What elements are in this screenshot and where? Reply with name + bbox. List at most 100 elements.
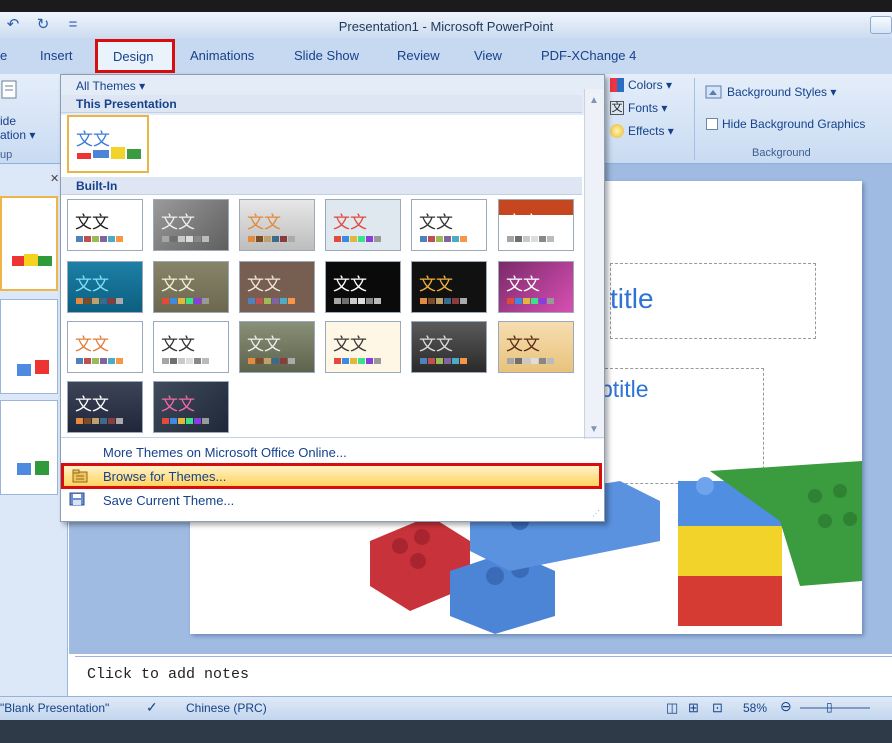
slide-thumbnail-3[interactable]	[0, 400, 58, 495]
lego-green-icon	[35, 461, 49, 475]
theme-tile-text: 文文	[75, 335, 109, 355]
theme-tile-text: 文文	[333, 335, 367, 355]
colors-button[interactable]: Colors ▾	[610, 78, 672, 92]
theme-tile[interactable]: 文文	[239, 199, 315, 251]
tab-animations[interactable]: Animations	[190, 48, 254, 63]
fonts-icon: 文	[610, 101, 624, 115]
theme-tile-text: 文文	[75, 395, 109, 415]
minimize-button[interactable]	[870, 16, 892, 34]
scroll-up-icon[interactable]: ▲	[589, 95, 599, 106]
theme-tile[interactable]: 文文	[67, 321, 143, 373]
theme-tile[interactable]: 文文	[411, 321, 487, 373]
tab-design-label[interactable]: Design	[113, 49, 153, 64]
effects-icon	[610, 124, 624, 138]
spelling-check-icon[interactable]: ✓	[146, 699, 158, 716]
tab-slide-show[interactable]: Slide Show	[294, 48, 359, 63]
theme-color-swatches	[162, 298, 209, 304]
section-built-in: Built-In	[61, 177, 582, 195]
tab-insert[interactable]: Insert	[40, 48, 73, 63]
theme-tile-text: 文文	[161, 275, 195, 295]
background-group-label: Background	[752, 147, 811, 159]
theme-color-swatches	[248, 236, 295, 242]
browse-folder-icon	[72, 469, 88, 483]
slide-thumbnail-2[interactable]	[0, 299, 58, 394]
tab-pdf-xchange[interactable]: PDF-XChange 4	[541, 48, 636, 63]
theme-tile[interactable]: 文文	[325, 321, 401, 373]
more-themes-online-item[interactable]: More Themes on Microsoft Office Online..…	[61, 441, 604, 463]
title-placeholder-text: title	[610, 283, 654, 314]
colors-label: Colors ▾	[628, 78, 673, 92]
design-tab-highlight: Design	[95, 39, 175, 73]
theme-color-swatches	[507, 358, 554, 364]
theme-tile[interactable]: 文文	[325, 199, 401, 251]
ribbon-left-label-2[interactable]: ation ▾	[0, 128, 35, 142]
scroll-down-icon[interactable]: ▼	[589, 424, 599, 435]
theme-tile[interactable]: 文文	[498, 199, 574, 251]
background-styles-button[interactable]: Background Styles ▾	[705, 84, 836, 100]
theme-tile[interactable]: 文文	[153, 321, 229, 373]
zoom-slider-track[interactable]	[800, 707, 870, 709]
theme-tile[interactable]: 文文	[411, 199, 487, 251]
zoom-level[interactable]: 58%	[743, 701, 767, 715]
theme-tile[interactable]: 文文	[67, 199, 143, 251]
theme-tile[interactable]: 文文	[411, 261, 487, 313]
theme-tile-text: 文文	[247, 335, 281, 355]
theme-color-swatches	[162, 418, 209, 424]
status-theme-name: "Blank Presentation"	[0, 701, 110, 715]
effects-button[interactable]: Effects ▾	[610, 124, 674, 138]
theme-tile[interactable]: 文文	[153, 199, 229, 251]
save-current-theme-item[interactable]: Save Current Theme...	[61, 489, 604, 511]
theme-tile-text: 文文	[333, 213, 367, 233]
colors-icon	[610, 78, 624, 92]
theme-current[interactable]: 文文	[67, 115, 149, 173]
hide-background-graphics-label: Hide Background Graphics	[722, 117, 866, 131]
theme-tile[interactable]: 文文	[67, 381, 143, 433]
window-title: Presentation1 - Microsoft PowerPoint	[338, 19, 554, 34]
fonts-button[interactable]: 文 Fonts ▾	[610, 101, 667, 115]
slide-thumbnail-1[interactable]	[0, 196, 58, 291]
theme-tile-text: 文文	[419, 275, 453, 295]
theme-tile-text: 文文	[506, 275, 540, 295]
theme-color-swatches	[420, 236, 467, 242]
status-language[interactable]: Chinese (PRC)	[186, 701, 267, 715]
tab-view[interactable]: View	[474, 48, 502, 63]
theme-color-swatches	[507, 236, 554, 242]
zoom-slider-thumb[interactable]: ▯	[826, 700, 833, 714]
hide-background-graphics-checkbox[interactable]: Hide Background Graphics	[706, 117, 865, 131]
save-theme-label: Save Current Theme...	[103, 493, 235, 508]
tab-home[interactable]: e	[0, 48, 7, 63]
browse-for-themes-item[interactable]: Browse for Themes...	[61, 463, 602, 489]
tab-review[interactable]: Review	[397, 48, 440, 63]
theme-color-swatches	[162, 236, 209, 242]
theme-color-swatches	[76, 298, 123, 304]
notes-pane[interactable]: Click to add notes	[75, 656, 892, 696]
theme-tile-text: 文文	[506, 213, 540, 233]
background-styles-label: Background Styles ▾	[727, 85, 837, 99]
close-pane-icon[interactable]: ✕	[50, 172, 59, 185]
resize-grip-icon[interactable]: ⋰	[592, 509, 600, 518]
theme-tile[interactable]: 文文	[498, 261, 574, 313]
normal-view-icon[interactable]: ◫	[666, 700, 678, 716]
theme-tile[interactable]: 文文	[153, 261, 229, 313]
theme-tile-text: 文文	[247, 275, 281, 295]
hide-presentation-button[interactable]	[0, 80, 20, 100]
checkbox-icon[interactable]	[706, 118, 718, 130]
zoom-out-icon[interactable]: ⊖	[780, 698, 792, 715]
theme-tile[interactable]: 文文	[153, 381, 229, 433]
theme-tile[interactable]: 文文	[325, 261, 401, 313]
subtitle-placeholder-text: btitle	[600, 376, 649, 402]
theme-tile[interactable]: 文文	[239, 321, 315, 373]
slide-show-view-icon[interactable]: ⊡	[712, 700, 723, 716]
theme-tile[interactable]: 文文	[67, 261, 143, 313]
all-themes-dropdown[interactable]: All Themes ▾	[76, 79, 145, 93]
ribbon-left-group-label: up	[0, 149, 13, 161]
theme-tile[interactable]: 文文	[239, 261, 315, 313]
menu-separator	[61, 437, 604, 438]
background-styles-icon	[705, 85, 722, 99]
gallery-scrollbar[interactable]: ▲ ▼	[584, 89, 604, 439]
slide-sorter-icon[interactable]: ⊞	[688, 700, 699, 716]
theme-tile[interactable]: 文文	[498, 321, 574, 373]
theme-tile-text: 文文	[76, 130, 110, 150]
theme-tile-text: 文文	[419, 213, 453, 233]
theme-color-swatches	[334, 236, 381, 242]
